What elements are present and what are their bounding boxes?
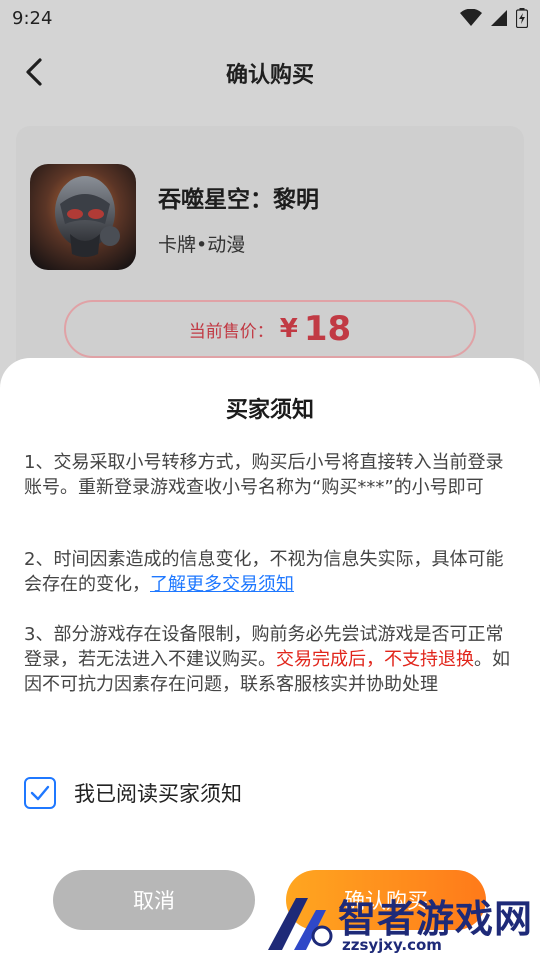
- battery-icon: [516, 8, 528, 28]
- game-name: 吞噬星空：黎明: [158, 187, 319, 213]
- currency-symbol: ¥: [279, 314, 298, 344]
- price-label: 当前售价：: [188, 321, 274, 342]
- game-cover-icon: [30, 164, 136, 270]
- watermark-url: zzsyjxy.com: [342, 936, 442, 954]
- chevron-left-icon: [26, 58, 42, 86]
- notice-item-1: 1、交易采取小号转移方式，购买后小号将直接转入当前登录账号。重新登录游戏查收小号…: [24, 452, 504, 498]
- checkmark-icon: [30, 785, 50, 801]
- notice-item-3: 3、部分游戏存在设备限制，购前务必先尝试游戏是否可正常登录，若无法进入不建议购买…: [24, 622, 520, 697]
- agree-row[interactable]: 我已阅读买家须知: [24, 777, 242, 809]
- watermark-title: 智者游戏网: [338, 897, 534, 941]
- notice-item-2: 2、时间因素造成的信息变化，不视为信息失实际，具体可能会存在的变化，了解更多交易…: [24, 547, 520, 597]
- status-icons: [460, 8, 528, 28]
- status-bar: 9:24: [0, 0, 540, 36]
- price-display: 当前售价： ¥ 18: [64, 300, 476, 358]
- wifi-icon: [460, 9, 482, 26]
- nav-bar: 确认购买: [0, 36, 540, 110]
- more-notice-link[interactable]: 了解更多交易须知: [150, 574, 294, 595]
- sheet-title: 买家须知: [225, 398, 314, 423]
- no-refund-warning: 交易完成后，不支持退换: [276, 649, 474, 670]
- page-title: 确认购买: [225, 63, 314, 88]
- back-button[interactable]: [16, 54, 52, 90]
- price-value: 18: [303, 309, 352, 349]
- cancel-button[interactable]: 取消: [53, 870, 255, 930]
- game-tags: 卡牌•动漫: [158, 234, 246, 256]
- signal-icon: [491, 10, 507, 26]
- status-time: 9:24: [12, 7, 53, 29]
- agree-label: 我已阅读买家须知: [74, 782, 242, 806]
- site-watermark: 智者游戏网 zzsyjxy.com: [258, 888, 540, 960]
- agree-checkbox[interactable]: [24, 777, 56, 809]
- site-logo-icon: [268, 898, 333, 950]
